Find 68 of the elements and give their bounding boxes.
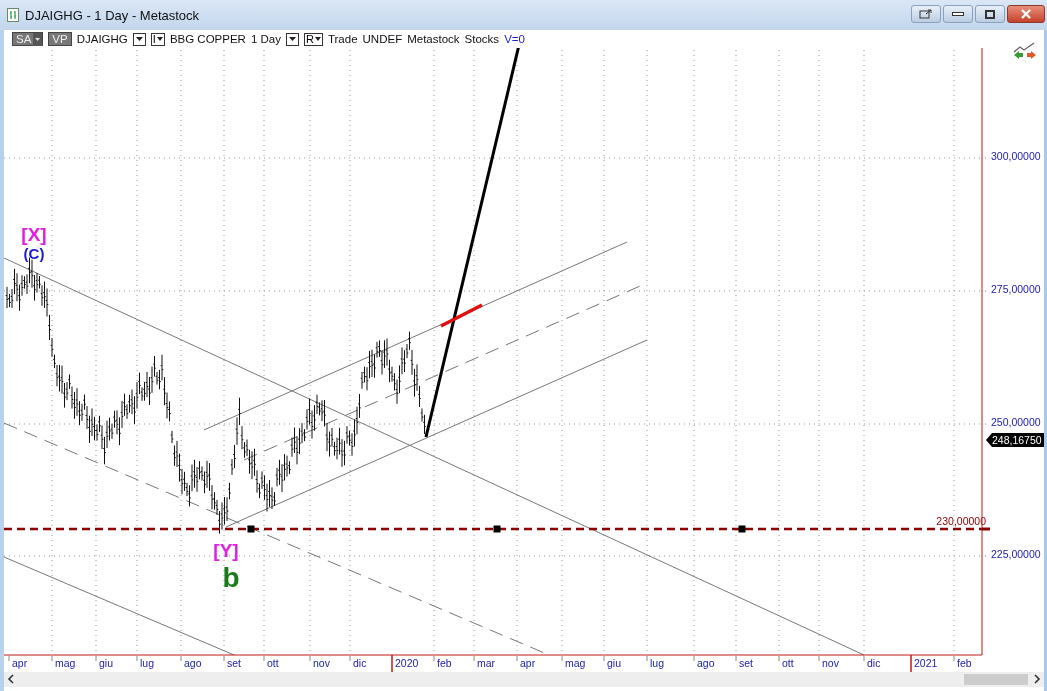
x-axis-label: set [735, 655, 753, 669]
x-axis-label: ago [180, 655, 202, 669]
target-line [440, 303, 483, 328]
wave-label: b [222, 562, 240, 593]
window-title: DJAIGHG - 1 Day - Metastock [25, 7, 200, 23]
x-axis-label: nov [309, 655, 330, 669]
toolbar-label: BBG COPPER [169, 33, 246, 45]
x-axis-label: 2020 [391, 654, 419, 673]
dropdown-button[interactable] [132, 32, 146, 46]
x-axis-label: mag [561, 655, 586, 669]
last-price-tag: 248,16750 [986, 433, 1044, 447]
trend-arrows-icon[interactable] [1013, 42, 1037, 60]
caret-icon [33, 32, 43, 46]
level-handle[interactable] [738, 525, 746, 533]
wave-label: [Y] [213, 540, 239, 561]
toolbar-label: UNDEF [362, 33, 403, 45]
x-axis-label: 2021 [910, 654, 938, 673]
maximize-button[interactable] [975, 5, 1005, 23]
x-axis-label: giu [95, 655, 113, 669]
x-axis-label: mag [51, 655, 76, 669]
toolbar-label: Stocks [464, 33, 500, 45]
y-axis-label: 300,00000 [991, 150, 1041, 162]
caret-icon [135, 37, 143, 41]
x-axis-label: dic [349, 655, 367, 669]
close-button[interactable] [1007, 5, 1045, 23]
y-axis-label: 225,00000 [991, 548, 1041, 560]
x-axis-label: dic [863, 655, 881, 669]
volume-value: V=0 [504, 33, 525, 45]
detach-icon [919, 9, 933, 19]
x-axis-label: apr [8, 655, 28, 669]
level-handle[interactable] [493, 525, 501, 533]
style-dropdown[interactable]: SA [12, 32, 44, 46]
level-handle[interactable] [247, 525, 255, 533]
detach-button[interactable] [911, 5, 941, 23]
toggle-button[interactable]: VP [48, 32, 72, 46]
minimize-button[interactable] [943, 5, 973, 23]
toolbar-label: 1 Day [250, 33, 281, 45]
wave-label: [X] [21, 224, 47, 245]
x-axis-label: lug [646, 655, 664, 669]
x-axis-label: nov [818, 655, 839, 669]
x-axis-label: feb [433, 655, 452, 669]
dropdown-button[interactable] [286, 32, 299, 46]
x-axis-label: feb [953, 655, 972, 669]
chart-app-icon [7, 8, 19, 22]
horizontal-scrollbar[interactable] [4, 672, 1044, 687]
x-axis-label: giu [603, 655, 621, 669]
maximize-icon [985, 9, 995, 19]
toolbar-label: Trade [327, 33, 358, 45]
minimize-icon [952, 12, 964, 16]
toolbar-label: DJAIGHG [76, 33, 128, 45]
x-axis-label: mar [473, 655, 496, 669]
x-axis-label: ott [263, 655, 279, 669]
close-icon [1020, 9, 1032, 19]
caret-icon [289, 37, 296, 41]
toolbar-label: Metastock [407, 33, 460, 45]
x-axis-label: ott [778, 655, 794, 669]
level-value: 230,00000 [936, 515, 986, 527]
x-axis-label: set [223, 655, 241, 669]
wave-label: (C) [23, 245, 45, 262]
x-axis-label: lug [136, 655, 154, 669]
y-axis-label: 275,00000 [991, 283, 1041, 295]
caret-icon [156, 37, 163, 41]
option-dropdown[interactable]: R [304, 32, 323, 46]
x-axis-label: ago [693, 655, 715, 669]
caret-icon [314, 37, 321, 41]
option-dropdown[interactable]: I [150, 32, 165, 46]
x-axis-label: apr [516, 655, 536, 669]
y-axis-label: 250,00000 [991, 416, 1041, 428]
